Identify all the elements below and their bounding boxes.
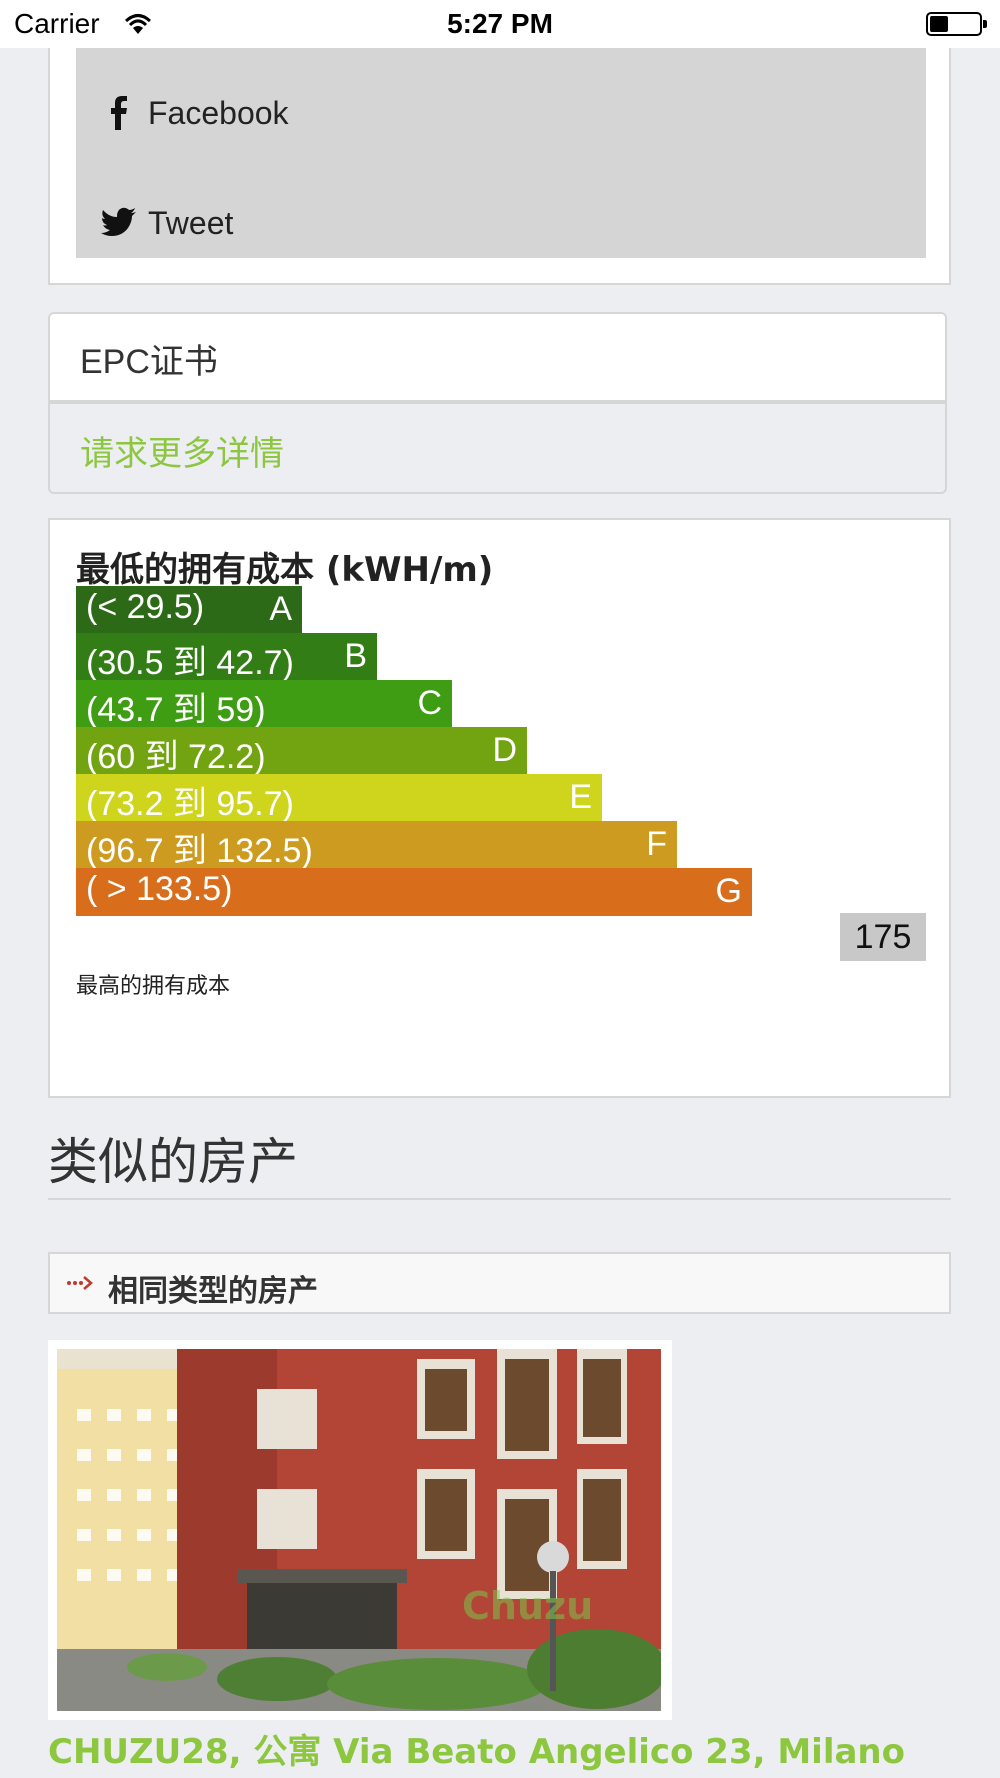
facebook-share-button[interactable]: Facebook: [100, 88, 289, 138]
twitter-icon: [101, 207, 136, 236]
energy-band-range: (96.7 到 132.5): [86, 832, 313, 870]
energy-band-letter: G: [715, 872, 742, 910]
energy-band-f: (96.7 到 132.5) F: [76, 821, 677, 870]
tweet-share-button[interactable]: Tweet: [100, 198, 233, 248]
energy-band-e: (73.2 到 95.7) E: [76, 774, 602, 823]
share-card: Facebook Tweet: [48, 48, 951, 285]
status-time: 5:27 PM: [447, 8, 553, 39]
same-type-label: 相同类型的房产: [108, 1274, 318, 1309]
facebook-icon: [111, 96, 127, 130]
battery-icon: [926, 12, 987, 36]
energy-band-letter: A: [269, 590, 292, 628]
energy-band-range: (73.2 到 95.7): [86, 785, 294, 823]
photo-watermark: Chuzu: [462, 1584, 593, 1628]
energy-band-range: (60 到 72.2): [86, 738, 266, 776]
energy-title: 最低的拥有成本 (kWH/m): [76, 550, 494, 590]
energy-band-a: (< 29.5) A: [76, 586, 302, 634]
epc-title: EPC证书: [50, 314, 945, 404]
property-photo-card[interactable]: Chuzu: [48, 1340, 672, 1720]
tweet-label: Tweet: [148, 204, 234, 241]
same-type-properties-tab[interactable]: 相同类型的房产: [48, 1252, 951, 1314]
energy-band-b: (30.5 到 42.7) B: [76, 633, 377, 682]
property-photo: Chuzu: [57, 1349, 661, 1711]
energy-band-letter: D: [492, 731, 517, 769]
dotted-arrow-icon: [67, 1276, 93, 1290]
energy-band-c: (43.7 到 59) C: [76, 680, 452, 729]
listing-title-link[interactable]: CHUZU28, 公寓 Via Beato Angelico 23, Milan…: [48, 1724, 905, 1773]
energy-band-letter: B: [344, 637, 367, 675]
energy-band-g: ( > 133.5) G: [76, 868, 752, 916]
facebook-label: Facebook: [148, 94, 289, 131]
share-panel: Facebook Tweet: [76, 48, 926, 258]
similar-properties-title: 类似的房产: [48, 1133, 298, 1191]
epc-card: EPC证书 请求更多详情: [48, 312, 947, 494]
energy-band-range: (43.7 到 59): [86, 691, 266, 729]
divider: [48, 1198, 951, 1200]
energy-band-letter: F: [646, 825, 667, 863]
status-bar: Carrier 5:27 PM: [0, 0, 1000, 48]
request-details-link[interactable]: 请求更多详情: [50, 404, 945, 475]
energy-band-range: (30.5 到 42.7): [86, 644, 294, 682]
energy-band-letter: E: [569, 778, 592, 816]
energy-band-d: (60 到 72.2) D: [76, 727, 527, 776]
energy-footer: 最高的拥有成本: [76, 974, 231, 999]
energy-band-range: ( > 133.5): [86, 870, 233, 908]
energy-band-range: (< 29.5): [86, 588, 205, 626]
energy-band-letter: C: [417, 684, 442, 722]
energy-rating-card: 最低的拥有成本 (kWH/m) (< 29.5) A (30.5 到 42.7) B(…: [48, 518, 951, 1098]
energy-current-value: 175: [840, 913, 926, 961]
